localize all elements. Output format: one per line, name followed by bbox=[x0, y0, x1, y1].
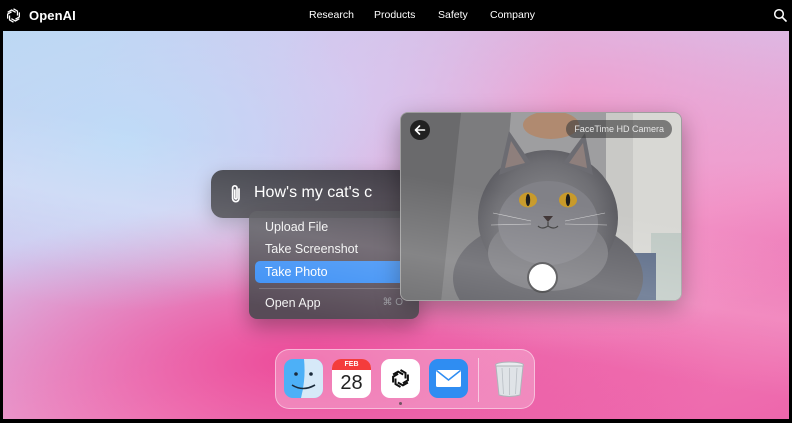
dock: FEB 28 bbox=[275, 349, 535, 409]
menu-item-label: Take Screenshot bbox=[265, 242, 359, 256]
dock-app-trash[interactable] bbox=[490, 359, 529, 398]
chatgpt-icon bbox=[392, 369, 409, 388]
dock-app-calendar[interactable]: FEB 28 bbox=[332, 359, 371, 398]
dock-app-chatgpt[interactable] bbox=[381, 359, 420, 398]
desktop-wallpaper: How's my cat's c Upload File Take Screen… bbox=[3, 31, 789, 419]
calendar-day: 28 bbox=[340, 372, 363, 394]
menu-item-take-screenshot[interactable]: Take Screenshot bbox=[255, 238, 413, 260]
camera-preview-window: FaceTime HD Camera bbox=[400, 112, 682, 301]
search-icon[interactable] bbox=[773, 8, 787, 22]
attach-menu: Upload File Take Screenshot Take Photo O… bbox=[249, 211, 419, 319]
trash-icon bbox=[495, 361, 524, 397]
dock-app-finder[interactable] bbox=[284, 359, 323, 398]
paperclip-icon[interactable] bbox=[228, 183, 244, 205]
dock-app-mail[interactable] bbox=[429, 359, 468, 398]
menu-item-take-photo[interactable]: Take Photo bbox=[255, 261, 413, 283]
finder-icon bbox=[284, 359, 323, 398]
top-navigation-bar: OpenAI Research Products Safety Company bbox=[0, 0, 792, 31]
menu-item-label: Upload File bbox=[265, 220, 329, 234]
nav-research-link[interactable]: Research bbox=[309, 9, 354, 21]
mail-icon bbox=[429, 359, 468, 398]
dock-separator bbox=[478, 358, 479, 402]
menu-item-label: Open App bbox=[265, 296, 321, 310]
back-button[interactable] bbox=[410, 120, 430, 140]
main-nav: Research Products Safety Company bbox=[0, 0, 792, 31]
menu-item-open-app[interactable]: Open App ⌘ O bbox=[255, 292, 413, 314]
running-indicator bbox=[399, 402, 402, 405]
camera-source-label[interactable]: FaceTime HD Camera bbox=[566, 120, 672, 138]
chat-input-text[interactable]: How's my cat's c bbox=[254, 184, 372, 202]
menu-item-label: Take Photo bbox=[265, 265, 328, 279]
nav-products-link[interactable]: Products bbox=[374, 9, 415, 21]
menu-separator bbox=[259, 288, 409, 289]
menu-item-upload-file[interactable]: Upload File bbox=[255, 216, 413, 238]
shutter-button[interactable] bbox=[529, 264, 556, 291]
back-arrow-icon bbox=[414, 125, 426, 135]
nav-safety-link[interactable]: Safety bbox=[438, 9, 468, 21]
nav-company-link[interactable]: Company bbox=[490, 9, 535, 21]
